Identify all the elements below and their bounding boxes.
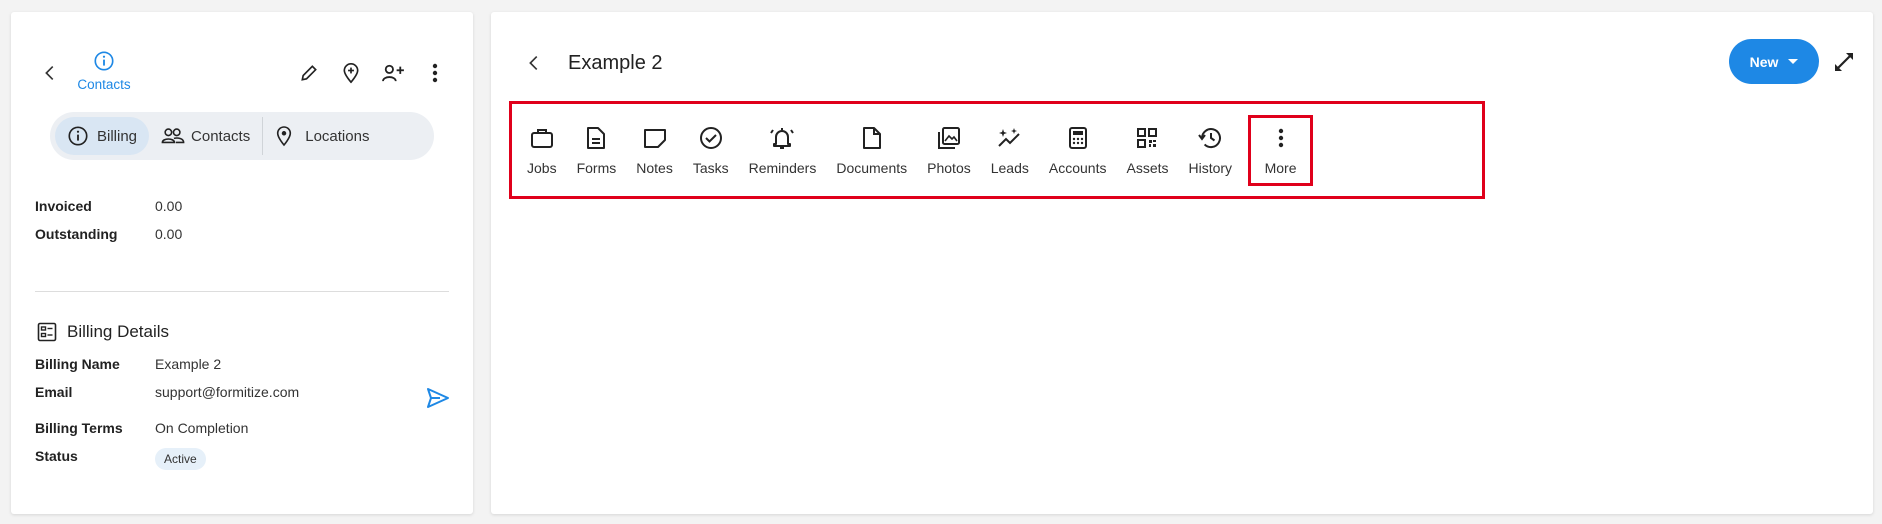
invoiced-value: 0.00 — [155, 198, 183, 214]
tool-reminders[interactable]: Reminders — [739, 114, 827, 186]
briefcase-icon — [529, 125, 555, 151]
tool-accounts-label: Accounts — [1048, 159, 1107, 176]
sparkle-trend-icon — [997, 125, 1023, 151]
divider — [35, 291, 449, 292]
status-row: Status Active — [35, 448, 206, 470]
history-icon — [1197, 125, 1223, 151]
billing-details-title: Billing Details — [67, 322, 170, 341]
billing-name-row: Billing Name Example 2 — [35, 356, 221, 372]
tool-documents-label: Documents — [836, 159, 908, 176]
billing-terms-row: Billing Terms On Completion — [35, 420, 248, 436]
edit-icon[interactable] — [296, 60, 322, 86]
tool-more-label: More — [1264, 159, 1297, 176]
tool-forms-label: Forms — [576, 159, 617, 176]
tool-photos[interactable]: Photos — [917, 114, 981, 186]
tool-notes[interactable]: Notes — [626, 114, 683, 186]
info-icon — [93, 50, 115, 72]
record-toolbar: Jobs Forms Notes Tasks Reminders Documen… — [509, 101, 1485, 199]
invoiced-label: Invoiced — [35, 198, 92, 214]
photo-library-icon — [936, 125, 962, 151]
note-icon — [642, 125, 668, 151]
send-email-icon[interactable] — [426, 386, 450, 410]
calculator-icon — [1065, 125, 1091, 151]
tool-assets-label: Assets — [1126, 159, 1169, 176]
alarm-bell-icon — [769, 125, 795, 151]
tool-accounts[interactable]: Accounts — [1039, 114, 1117, 186]
outstanding-row: Outstanding 0.00 — [35, 226, 182, 242]
status-label: Status — [35, 448, 78, 464]
tool-leads-label: Leads — [990, 159, 1029, 176]
tool-more[interactable]: More — [1248, 114, 1314, 186]
main-panel: Example 2 New Jobs Forms Notes Tasks Rem… — [491, 12, 1873, 514]
location-pin-icon — [275, 125, 297, 147]
tool-assets[interactable]: Assets — [1116, 114, 1178, 186]
back-icon[interactable] — [523, 52, 545, 74]
add-contact-icon[interactable] — [380, 60, 406, 86]
tab-locations[interactable]: Locations — [263, 117, 381, 155]
tool-jobs-label: Jobs — [527, 159, 557, 176]
tool-documents[interactable]: Documents — [826, 114, 917, 186]
email-value: support@formitize.com — [155, 384, 300, 400]
document-lines-icon — [583, 125, 609, 151]
add-location-icon[interactable] — [338, 60, 364, 86]
check-circle-icon — [698, 125, 724, 151]
page-title: Example 2 — [568, 52, 663, 74]
tool-jobs[interactable]: Jobs — [517, 114, 567, 186]
customer-sidebar: Contacts Billing Contacts Locations Invo… — [11, 12, 473, 514]
more-vertical-icon[interactable] — [422, 60, 448, 86]
people-icon — [161, 125, 185, 147]
tool-reminders-label: Reminders — [748, 159, 817, 176]
caret-down-icon — [1788, 59, 1799, 64]
tool-history[interactable]: History — [1179, 114, 1243, 186]
contacts-info-tab[interactable]: Contacts — [71, 50, 137, 92]
billing-card-icon — [37, 322, 57, 342]
qr-code-icon — [1134, 125, 1160, 151]
email-row: Email support@formitize.com — [35, 384, 299, 400]
billing-terms-value: On Completion — [155, 420, 249, 436]
tool-notes-label: Notes — [636, 159, 673, 176]
tool-forms[interactable]: Forms — [567, 114, 627, 186]
tool-leads[interactable]: Leads — [981, 114, 1039, 186]
email-label: Email — [35, 384, 73, 400]
tab-contacts[interactable]: Contacts — [149, 117, 262, 155]
section-tabs: Billing Contacts Locations — [50, 112, 434, 160]
new-button-label: New — [1749, 53, 1779, 70]
tab-billing-label: Billing — [97, 127, 138, 145]
contacts-tab-label: Contacts — [77, 77, 131, 92]
status-badge: Active — [155, 448, 206, 470]
back-icon[interactable] — [39, 62, 61, 84]
new-button[interactable]: New — [1729, 39, 1819, 84]
tool-tasks-label: Tasks — [692, 159, 729, 176]
tool-history-label: History — [1188, 159, 1233, 176]
more-vertical-icon — [1268, 125, 1294, 151]
tool-tasks[interactable]: Tasks — [683, 114, 739, 186]
billing-details-heading: Billing Details — [37, 322, 169, 342]
tab-billing[interactable]: Billing — [55, 117, 150, 155]
outstanding-label: Outstanding — [35, 226, 118, 242]
billing-name-value: Example 2 — [155, 356, 222, 372]
billing-terms-label: Billing Terms — [35, 420, 123, 436]
tool-photos-label: Photos — [927, 159, 971, 176]
info-icon — [67, 125, 89, 147]
tab-contacts-label: Contacts — [191, 127, 251, 145]
invoiced-row: Invoiced 0.00 — [35, 198, 182, 214]
outstanding-value: 0.00 — [155, 226, 183, 242]
expand-icon[interactable] — [1832, 50, 1856, 74]
tab-locations-label: Locations — [305, 127, 370, 145]
billing-name-label: Billing Name — [35, 356, 120, 372]
document-icon — [859, 125, 885, 151]
